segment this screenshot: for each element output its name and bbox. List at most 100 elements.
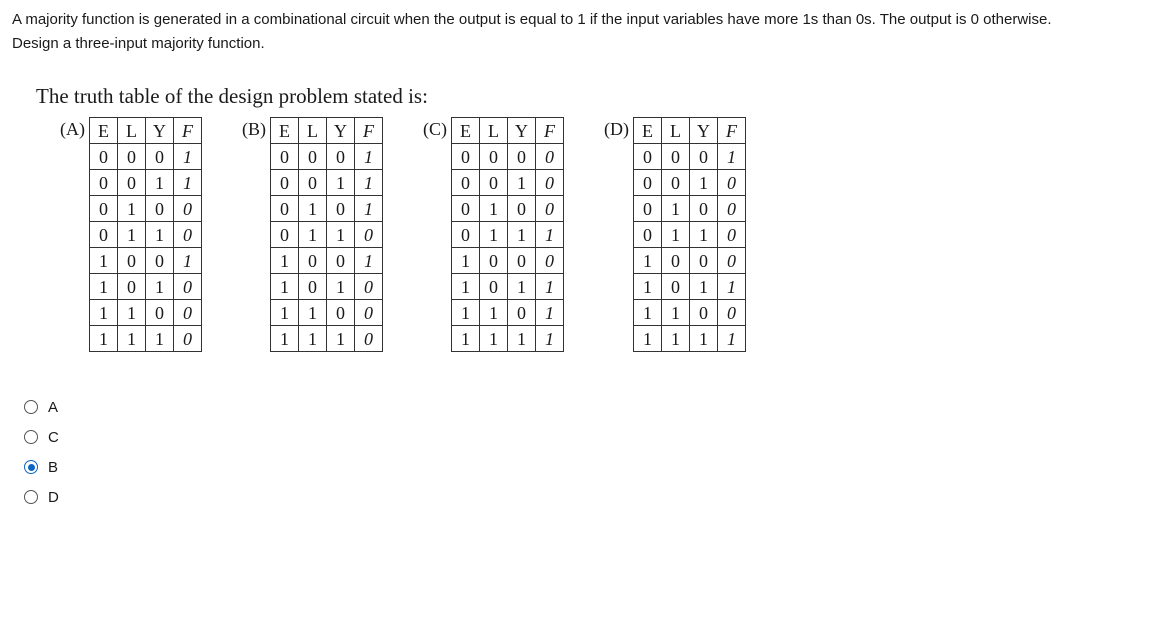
table-cell: 1 [327,326,355,352]
option-label-b[interactable]: B [48,459,58,476]
table-block-b: (B) ELYF00010011010101101001101011001110 [242,117,383,352]
table-label-c: (C) [423,117,447,140]
table-cell: 0 [90,196,118,222]
table-cell: 1 [118,222,146,248]
table-cell: 0 [452,222,480,248]
table-label-b: (B) [242,117,266,140]
table-cell: 1 [146,170,174,196]
table-cell: 0 [271,144,299,170]
table-cell: 1 [271,300,299,326]
table-cell: 1 [634,248,662,274]
table-cell: 1 [327,222,355,248]
table-block-d: (D) ELYF00010010010001101000101111001111 [604,117,746,352]
table-cell: 1 [662,300,690,326]
table-cell: 1 [146,326,174,352]
table-cell: 0 [480,248,508,274]
question-line-1: A majority function is generated in a co… [12,8,1152,32]
option-label-a[interactable]: A [48,399,58,416]
table-cell: 1 [355,196,383,222]
table-cell: 1 [327,170,355,196]
table-cell: 0 [271,222,299,248]
table-cell: 1 [634,326,662,352]
table-cell: 1 [271,326,299,352]
table-cell: 0 [718,248,746,274]
table-cell: 1 [480,222,508,248]
table-cell: 0 [508,196,536,222]
table-cell: 0 [327,300,355,326]
table-block-a: (A) ELYF00010011010001101001101011001110 [60,117,202,352]
table-cell: 0 [90,144,118,170]
table-header-cell: F [718,118,746,144]
table-cell: 1 [718,274,746,300]
table-cell: 0 [480,170,508,196]
table-header-cell: E [634,118,662,144]
table-header-cell: F [174,118,202,144]
table-c: ELYF00000010010001111000101111011111 [451,117,564,352]
table-cell: 0 [355,274,383,300]
option-label-c[interactable]: C [48,429,59,446]
table-cell: 0 [146,196,174,222]
option-d[interactable]: D [24,482,1152,512]
table-cell: 0 [355,300,383,326]
table-cell: 0 [634,222,662,248]
table-cell: 0 [174,300,202,326]
table-cell: 1 [452,274,480,300]
table-cell: 1 [90,300,118,326]
table-cell: 1 [536,300,564,326]
table-header-cell: E [452,118,480,144]
table-cell: 0 [299,274,327,300]
table-cell: 0 [452,144,480,170]
table-cell: 1 [299,326,327,352]
table-header-cell: F [536,118,564,144]
answer-options: ACBD [24,392,1152,512]
table-header-cell: L [480,118,508,144]
table-cell: 1 [508,170,536,196]
table-cell: 0 [662,248,690,274]
table-cell: 1 [480,196,508,222]
table-cell: 0 [299,170,327,196]
table-cell: 1 [146,222,174,248]
table-cell: 1 [690,222,718,248]
option-label-d[interactable]: D [48,489,59,506]
table-cell: 1 [662,326,690,352]
table-cell: 1 [90,326,118,352]
table-a: ELYF00010011010001101001101011001110 [89,117,202,352]
table-cell: 0 [327,144,355,170]
radio-b[interactable] [24,460,38,474]
radio-d[interactable] [24,490,38,504]
table-cell: 1 [690,326,718,352]
option-b[interactable]: B [24,452,1152,482]
table-cell: 0 [174,222,202,248]
table-cell: 1 [355,170,383,196]
table-cell: 0 [662,144,690,170]
radio-c[interactable] [24,430,38,444]
table-header-cell: Y [690,118,718,144]
table-cell: 1 [146,274,174,300]
table-header-cell: L [118,118,146,144]
table-cell: 0 [718,170,746,196]
table-cell: 1 [118,196,146,222]
table-cell: 0 [271,196,299,222]
table-cell: 0 [146,144,174,170]
table-cell: 1 [452,300,480,326]
table-cell: 0 [90,222,118,248]
table-cell: 0 [480,274,508,300]
table-cell: 1 [299,222,327,248]
question-line-2: Design a three-input majority function. [12,32,1152,56]
table-header-cell: E [271,118,299,144]
radio-a[interactable] [24,400,38,414]
table-cell: 0 [146,300,174,326]
table-header-cell: L [299,118,327,144]
table-cell: 0 [718,222,746,248]
table-cell: 0 [299,248,327,274]
table-cell: 0 [634,170,662,196]
option-c[interactable]: C [24,422,1152,452]
table-cell: 1 [355,248,383,274]
table-cell: 1 [718,144,746,170]
table-label-d: (D) [604,117,629,140]
table-cell: 0 [452,170,480,196]
table-cell: 0 [536,248,564,274]
option-a[interactable]: A [24,392,1152,422]
table-cell: 0 [174,274,202,300]
table-cell: 0 [327,248,355,274]
